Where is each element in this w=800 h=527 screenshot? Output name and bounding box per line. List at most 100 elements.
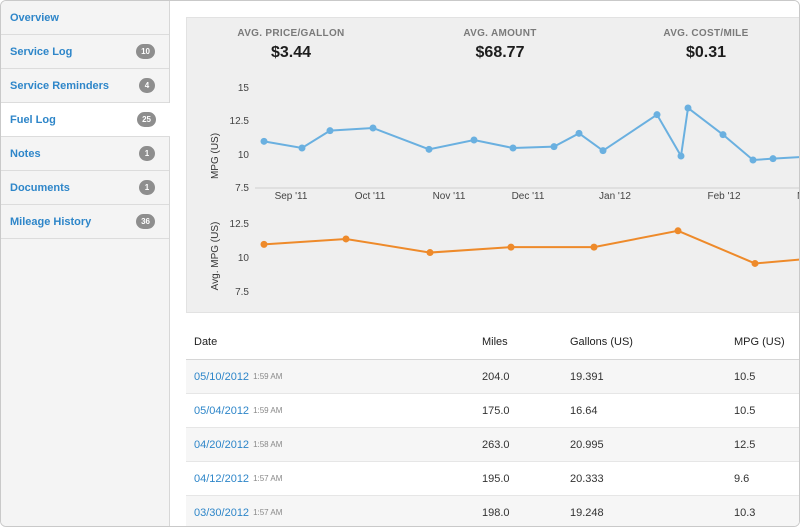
count-badge: 1: [139, 180, 155, 195]
fuel-stats-panel: AVG. PRICE/GALLON $3.44 AVG. AMOUNT $68.…: [186, 17, 799, 313]
gallons-cell: 19.391: [570, 370, 604, 383]
data-point[interactable]: [260, 137, 268, 145]
miles-cell: 175.0: [482, 404, 510, 417]
sidebar: Overview Service Log 10 Service Reminder…: [1, 1, 170, 526]
data-point[interactable]: [507, 243, 515, 251]
data-point[interactable]: [674, 227, 682, 235]
y-tick-label: 15: [238, 83, 250, 94]
column-header-gallons[interactable]: Gallons (US): [570, 325, 633, 359]
count-badge: 25: [137, 112, 156, 127]
miles-cell: 198.0: [482, 506, 510, 519]
data-point[interactable]: [769, 155, 777, 163]
y-tick-label: 10: [238, 253, 250, 264]
x-axis: Sep '11 Oct '11 Nov '11 Dec '11 Jan '12 …: [255, 187, 799, 202]
y-tick-label: 7.5: [235, 287, 249, 298]
count-badge: 36: [136, 214, 155, 229]
gallons-cell: 16.64: [570, 404, 598, 417]
mpg-cell: 10.3: [734, 506, 756, 519]
main-content: AVG. PRICE/GALLON $3.44 AVG. AMOUNT $68.…: [170, 1, 799, 526]
mpg-series: [260, 104, 799, 164]
miles-cell: 263.0: [482, 438, 510, 451]
data-point[interactable]: [369, 124, 377, 132]
y-tick-label: 12.5: [230, 219, 250, 230]
miles-cell: 204.0: [482, 370, 510, 383]
data-point[interactable]: [470, 136, 478, 144]
x-tick-label: Oct '11: [355, 191, 386, 202]
x-tick-label: Dec '11: [512, 191, 545, 202]
count-badge: 10: [136, 44, 155, 59]
data-point[interactable]: [326, 127, 334, 135]
date-cell: 04/20/2012 1:58 AM: [194, 428, 282, 461]
data-point[interactable]: [749, 156, 757, 164]
data-point[interactable]: [653, 111, 661, 119]
date-cell: 03/30/2012 1:57 AM: [194, 496, 283, 526]
mpg-line-chart: MPG (US) 15 12.5 10 7.5 Sep '11 Oct '11 …: [210, 83, 799, 298]
data-point[interactable]: [590, 243, 598, 251]
table-row[interactable]: 03/30/2012 1:57 AM 198.0 19.248 10.3: [186, 496, 799, 526]
y-tick-label: 10: [238, 150, 250, 161]
data-point[interactable]: [342, 235, 350, 243]
data-point[interactable]: [599, 147, 607, 155]
column-header-date[interactable]: Date: [194, 325, 217, 359]
data-point[interactable]: [751, 259, 759, 267]
column-header-mpg[interactable]: MPG (US): [734, 325, 785, 359]
table-header-row: Date Miles Gallons (US) MPG (US): [186, 325, 799, 360]
sidebar-item-fuel-log[interactable]: Fuel Log 25: [1, 103, 170, 137]
y-axis-title: Avg. MPG (US): [210, 222, 221, 291]
date-cell: 04/12/2012 1:57 AM: [194, 462, 282, 495]
table-row[interactable]: 04/20/2012 1:58 AM 263.0 20.995 12.5: [186, 428, 799, 462]
avg-mpg-series: [260, 227, 799, 267]
mpg-cell: 10.5: [734, 404, 756, 417]
sidebar-item-overview[interactable]: Overview: [1, 1, 169, 35]
date-cell: 05/10/2012 1:59 AM: [194, 360, 282, 393]
table-row[interactable]: 05/10/2012 1:59 AM 204.0 19.391 10.5: [186, 360, 799, 394]
count-badge: 4: [139, 78, 155, 93]
column-header-miles[interactable]: Miles: [482, 325, 508, 359]
mpg-cell: 12.5: [734, 438, 756, 451]
sidebar-item-label: Overview: [10, 11, 59, 24]
data-point[interactable]: [719, 131, 727, 139]
time-text: 1:59 AM: [253, 372, 283, 381]
time-text: 1:58 AM: [253, 440, 283, 449]
time-text: 1:57 AM: [253, 474, 283, 483]
sidebar-item-documents[interactable]: Documents 1: [1, 171, 169, 205]
x-tick-label: Nov '11: [433, 191, 466, 202]
date-link[interactable]: 04/20/2012: [194, 439, 249, 451]
sidebar-item-service-reminders[interactable]: Service Reminders 4: [1, 69, 169, 103]
table-row[interactable]: 04/12/2012 1:57 AM 195.0 20.333 9.6: [186, 462, 799, 496]
date-link[interactable]: 04/12/2012: [194, 473, 249, 485]
gallons-cell: 19.248: [570, 506, 604, 519]
x-tick-label: Sep '11: [275, 191, 308, 202]
data-point[interactable]: [425, 145, 433, 153]
y-tick-label: 12.5: [230, 116, 250, 127]
x-tick-label: Feb '12: [707, 191, 740, 202]
y-tick-label: 7.5: [235, 183, 249, 194]
gallons-cell: 20.333: [570, 472, 604, 485]
data-point[interactable]: [509, 144, 517, 152]
time-text: 1:57 AM: [253, 508, 283, 517]
count-badge: 1: [139, 146, 155, 161]
sidebar-item-notes[interactable]: Notes 1: [1, 137, 169, 171]
sidebar-item-mileage-history[interactable]: Mileage History 36: [1, 205, 169, 239]
data-point[interactable]: [550, 143, 558, 151]
date-link[interactable]: 05/10/2012: [194, 371, 249, 383]
series-line: [263, 229, 799, 265]
data-point[interactable]: [260, 240, 268, 248]
date-link[interactable]: 03/30/2012: [194, 507, 249, 519]
app-window: Overview Service Log 10 Service Reminder…: [0, 0, 800, 527]
date-link[interactable]: 05/04/2012: [194, 405, 249, 417]
mpg-cell: 10.5: [734, 370, 756, 383]
mpg-cell: 9.6: [734, 472, 750, 485]
table-row[interactable]: 05/04/2012 1:59 AM 175.0 16.64 10.5: [186, 394, 799, 428]
date-cell: 05/04/2012 1:59 AM: [194, 394, 282, 427]
data-point[interactable]: [298, 144, 306, 152]
data-point[interactable]: [426, 249, 434, 257]
gallons-cell: 20.995: [570, 438, 604, 451]
sidebar-item-service-log[interactable]: Service Log 10: [1, 35, 169, 69]
fuel-log-table: Date Miles Gallons (US) MPG (US) 05/10/2…: [186, 325, 799, 526]
data-point[interactable]: [684, 104, 692, 112]
time-text: 1:59 AM: [253, 406, 283, 415]
data-point[interactable]: [677, 152, 685, 160]
miles-cell: 195.0: [482, 472, 510, 485]
data-point[interactable]: [575, 129, 583, 137]
